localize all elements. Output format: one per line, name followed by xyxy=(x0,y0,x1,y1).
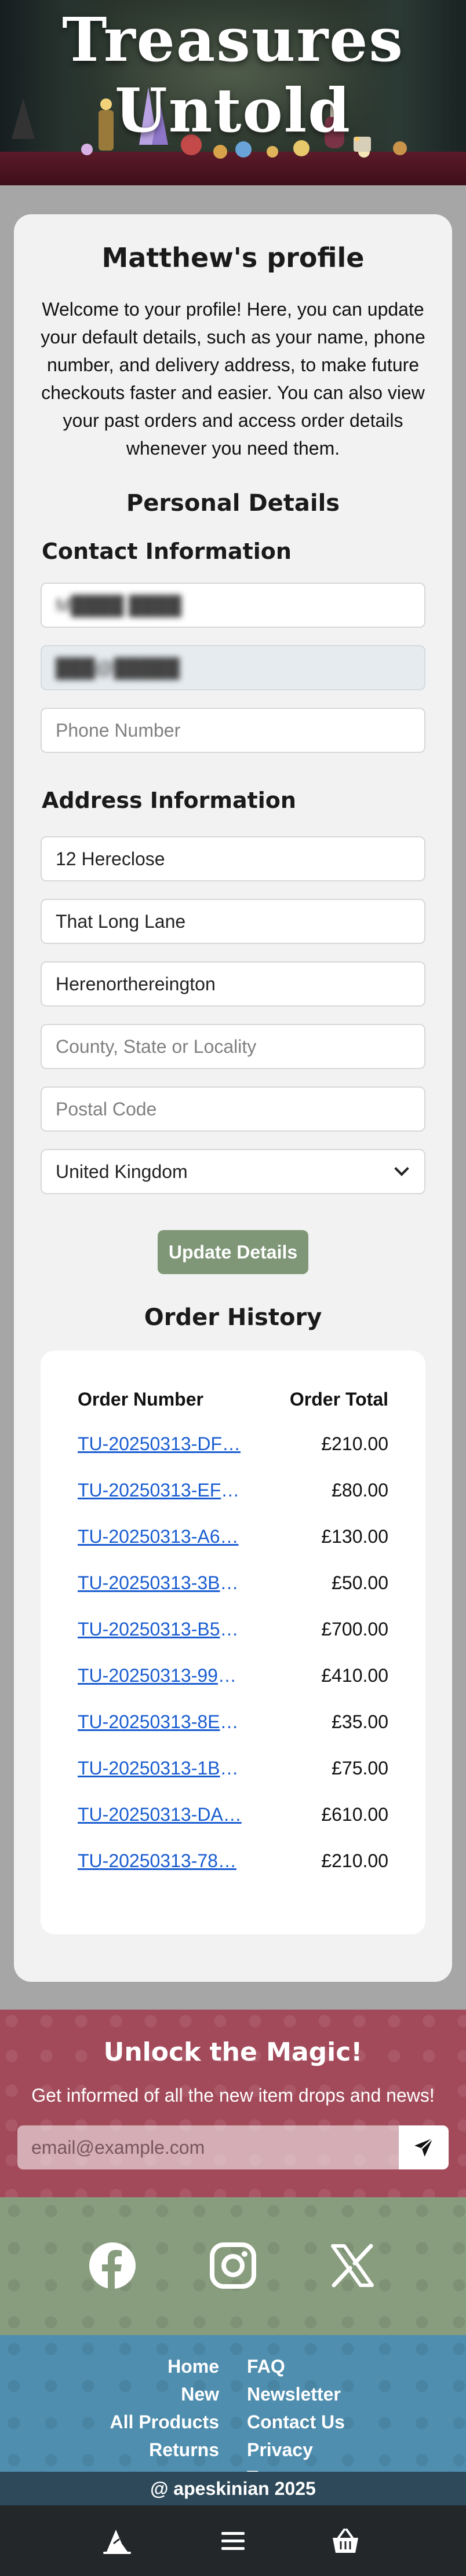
order-total: £700.00 xyxy=(321,1618,388,1640)
footer-links-left: Home New All Products Returns xyxy=(110,2352,219,2464)
order-link[interactable]: TU-20250313-78… xyxy=(78,1850,246,1872)
order-link[interactable]: TU-20250313-DF… xyxy=(78,1433,246,1455)
hero-banner: Treasures Untold xyxy=(0,0,466,185)
address-line2-field[interactable]: That Long Lane xyxy=(41,899,425,944)
table-row: TU-20250313-994… £410.00 xyxy=(78,1661,388,1690)
town-value: Herenorthereington xyxy=(56,973,216,994)
site-title-line1: Treasures xyxy=(62,4,404,75)
footer-link-contact[interactable]: Contact Us xyxy=(247,2408,345,2436)
profile-intro-text: Welcome to your profile! Here, you can u… xyxy=(41,299,425,459)
address-info-heading: Address Information xyxy=(42,788,296,813)
table-row: TU-20250313-B5E… £700.00 xyxy=(78,1615,388,1644)
order-total: £80.00 xyxy=(332,1479,388,1501)
country-value: United Kingdom xyxy=(56,1161,188,1182)
newsletter-title: Unlock the Magic! xyxy=(103,2037,363,2067)
table-header: Order Number Order Total xyxy=(78,1389,388,1412)
table-row: TU-20250313-A6… £130.00 xyxy=(78,1522,388,1551)
order-link[interactable]: TU-20250313-1B5… xyxy=(78,1758,246,1779)
order-total: £210.00 xyxy=(321,1433,388,1454)
col-order-total: Order Total xyxy=(289,1389,388,1410)
table-row: TU-20250313-78… £210.00 xyxy=(78,1846,388,1875)
email-value: ███@█████ xyxy=(56,657,180,678)
table-row: TU-20250313-EFB… £80.00 xyxy=(78,1476,388,1505)
county-field[interactable]: County, State or Locality xyxy=(41,1024,425,1069)
address-line1-field[interactable]: 12 Hereclose xyxy=(41,836,425,881)
table-row: TU-20250313-DA… £610.00 xyxy=(78,1800,388,1829)
facebook-icon[interactable] xyxy=(88,2241,137,2290)
social-links xyxy=(0,2197,466,2335)
profile-card: Matthew's profile Welcome to your profil… xyxy=(14,214,452,1982)
wizard-hat-icon[interactable] xyxy=(102,2526,132,2556)
chevron-down-icon xyxy=(394,1161,409,1176)
contact-info-heading: Contact Information xyxy=(42,539,292,564)
paper-plane-icon xyxy=(414,2138,434,2157)
town-field[interactable]: Herenorthereington xyxy=(41,961,425,1007)
site-title[interactable]: Treasures Untold xyxy=(0,5,466,146)
order-history-heading: Order History xyxy=(144,1304,322,1331)
order-link[interactable]: TU-20250313-B5E… xyxy=(78,1619,246,1640)
order-total: £50.00 xyxy=(332,1572,388,1593)
page-title: Matthew's profile xyxy=(101,242,365,273)
footer-link-privacy[interactable]: Privacy xyxy=(247,2436,345,2464)
order-total: £210.00 xyxy=(321,1850,388,1871)
postcode-placeholder: Postal Code xyxy=(56,1098,157,1119)
menu-icon[interactable] xyxy=(218,2526,248,2556)
order-link[interactable]: TU-20250313-DA… xyxy=(78,1804,246,1825)
address-line1-value: 12 Hereclose xyxy=(56,848,165,869)
name-value: M████ ████ xyxy=(56,594,181,616)
footer-link-all-products[interactable]: All Products xyxy=(110,2408,219,2436)
postcode-field[interactable]: Postal Code xyxy=(41,1086,425,1132)
name-field[interactable]: M████ ████ xyxy=(41,583,425,628)
copyright: @ apeskinian 2025 xyxy=(0,2472,466,2505)
table-row: TU-20250313-1B5… £75.00 xyxy=(78,1754,388,1783)
footer-links: Home New All Products Returns FAQ Newsle… xyxy=(0,2335,466,2488)
email-field: ███@█████ xyxy=(41,645,425,690)
x-icon[interactable] xyxy=(328,2241,377,2290)
order-link[interactable]: TU-20250313-8E8… xyxy=(78,1711,246,1733)
order-link[interactable]: TU-20250313-A6… xyxy=(78,1526,246,1547)
address-line2-value: That Long Lane xyxy=(56,910,186,932)
order-link[interactable]: TU-20250313-994… xyxy=(78,1665,246,1686)
email-placeholder: email@example.com xyxy=(31,2136,205,2158)
order-total: £410.00 xyxy=(321,1664,388,1686)
table-row: TU-20250313-8E8… £35.00 xyxy=(78,1707,388,1736)
order-link[interactable]: TU-20250313-EFB… xyxy=(78,1480,246,1501)
newsletter-submit-button[interactable] xyxy=(399,2125,449,2169)
footer-link-new[interactable]: New xyxy=(110,2380,219,2408)
newsletter-section: Unlock the Magic! Get informed of all th… xyxy=(0,2010,466,2197)
order-total: £130.00 xyxy=(321,1525,388,1547)
phone-field[interactable]: Phone Number xyxy=(41,708,425,753)
county-placeholder: County, State or Locality xyxy=(56,1035,257,1057)
newsletter-form: email@example.com xyxy=(17,2125,449,2169)
newsletter-email-input[interactable]: email@example.com xyxy=(17,2125,399,2169)
order-link[interactable]: TU-20250313-3B1… xyxy=(78,1572,246,1594)
country-select[interactable]: United Kingdom xyxy=(41,1149,425,1194)
update-details-button[interactable]: Update Details xyxy=(158,1230,308,1274)
footer-link-returns[interactable]: Returns xyxy=(110,2436,219,2464)
bottom-nav xyxy=(0,2505,466,2576)
personal-details-heading: Personal Details xyxy=(126,490,340,517)
footer-links-right: FAQ Newsletter Contact Us Privacy Terms xyxy=(247,2352,345,2491)
footer-link-faq[interactable]: FAQ xyxy=(247,2352,345,2380)
footer-link-newsletter[interactable]: Newsletter xyxy=(247,2380,345,2408)
order-total: £35.00 xyxy=(332,1711,388,1732)
table-row: TU-20250313-DF… £210.00 xyxy=(78,1429,388,1458)
phone-placeholder: Phone Number xyxy=(56,719,181,741)
order-total: £610.00 xyxy=(321,1803,388,1825)
instagram-icon[interactable] xyxy=(209,2241,257,2290)
col-order-number: Order Number xyxy=(78,1389,203,1410)
footer-link-home[interactable]: Home xyxy=(110,2352,219,2380)
site-title-line2: Untold xyxy=(115,75,351,146)
newsletter-subtitle: Get informed of all the new item drops a… xyxy=(31,2085,435,2106)
order-history-table: Order Number Order Total TU-20250313-DF…… xyxy=(41,1351,425,1934)
basket-icon[interactable] xyxy=(330,2526,361,2556)
table-row: TU-20250313-3B1… £50.00 xyxy=(78,1568,388,1597)
order-total: £75.00 xyxy=(332,1757,388,1779)
